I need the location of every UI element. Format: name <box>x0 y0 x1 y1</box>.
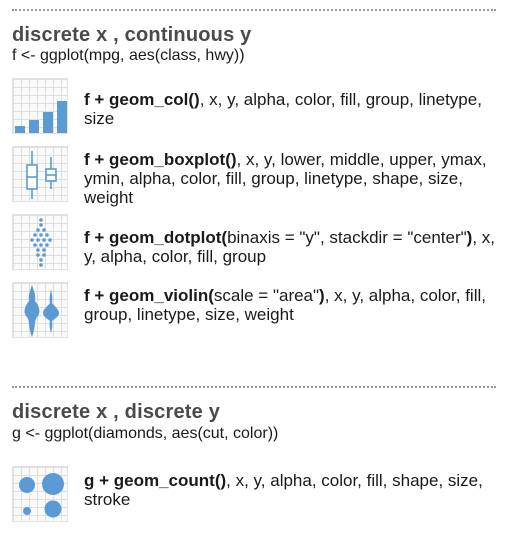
section-title: discrete x , continuous y <box>12 24 252 46</box>
count-icon <box>12 466 68 522</box>
geom-boxplot-description: f + geom_boxplot(), x, y, lower, middle,… <box>84 150 487 207</box>
geom-count-description: g + geom_count(), x, y, alpha, color, fi… <box>84 471 483 509</box>
dotplot-icon <box>12 214 68 270</box>
section-divider <box>12 386 496 388</box>
geom-dotplot-description: f + geom_dotplot(binaxis = "y", stackdir… <box>84 228 495 266</box>
section-code: f <- ggplot(mpg, aes(class, hwy)) <box>12 47 245 64</box>
boxplot-icon <box>12 146 68 202</box>
geom-violin-description: f + geom_violin(scale = "area"), x, y, a… <box>84 286 486 324</box>
violin-icon <box>12 282 68 338</box>
geom-col-description: f + geom_col(), x, y, alpha, color, fill… <box>84 90 482 128</box>
section-code: g <- ggplot(diamonds, aes(cut, color)) <box>12 425 279 442</box>
section-title: discrete x , discrete y <box>12 401 221 423</box>
top-divider <box>12 9 496 11</box>
bar-chart-icon <box>12 78 68 134</box>
